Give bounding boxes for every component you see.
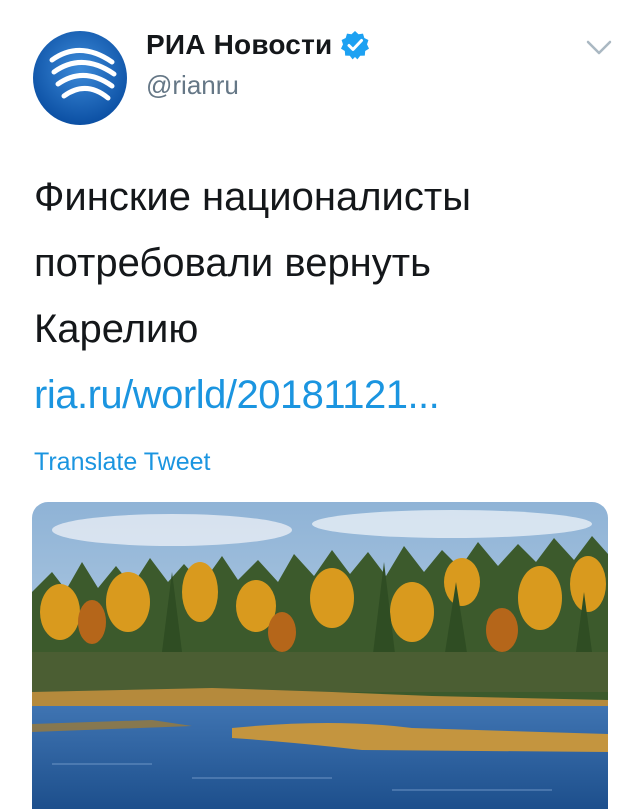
chevron-down-icon[interactable] — [584, 36, 614, 60]
ria-logo-icon — [33, 31, 127, 125]
author-display-name[interactable]: РИА Новости — [146, 29, 332, 61]
verified-badge-icon — [340, 30, 370, 60]
tweet-media-photo[interactable] — [32, 502, 608, 809]
author-handle[interactable]: @rianru — [146, 70, 239, 101]
tweet-text-line: потребовали вернуть — [34, 241, 431, 285]
autumn-forest-lake-photo — [32, 502, 608, 809]
author-name-row: РИА Новости — [146, 28, 370, 62]
tweet-text-line: Финские националисты — [34, 175, 471, 219]
avatar[interactable] — [32, 30, 128, 126]
tweet-text: Финские националисты потребовали вернуть… — [34, 164, 604, 362]
tweet-text-line: Карелию — [34, 307, 199, 351]
tweet-link[interactable]: ria.ru/world/20181121... — [34, 362, 440, 428]
translate-tweet-button[interactable]: Translate Tweet — [34, 448, 210, 477]
